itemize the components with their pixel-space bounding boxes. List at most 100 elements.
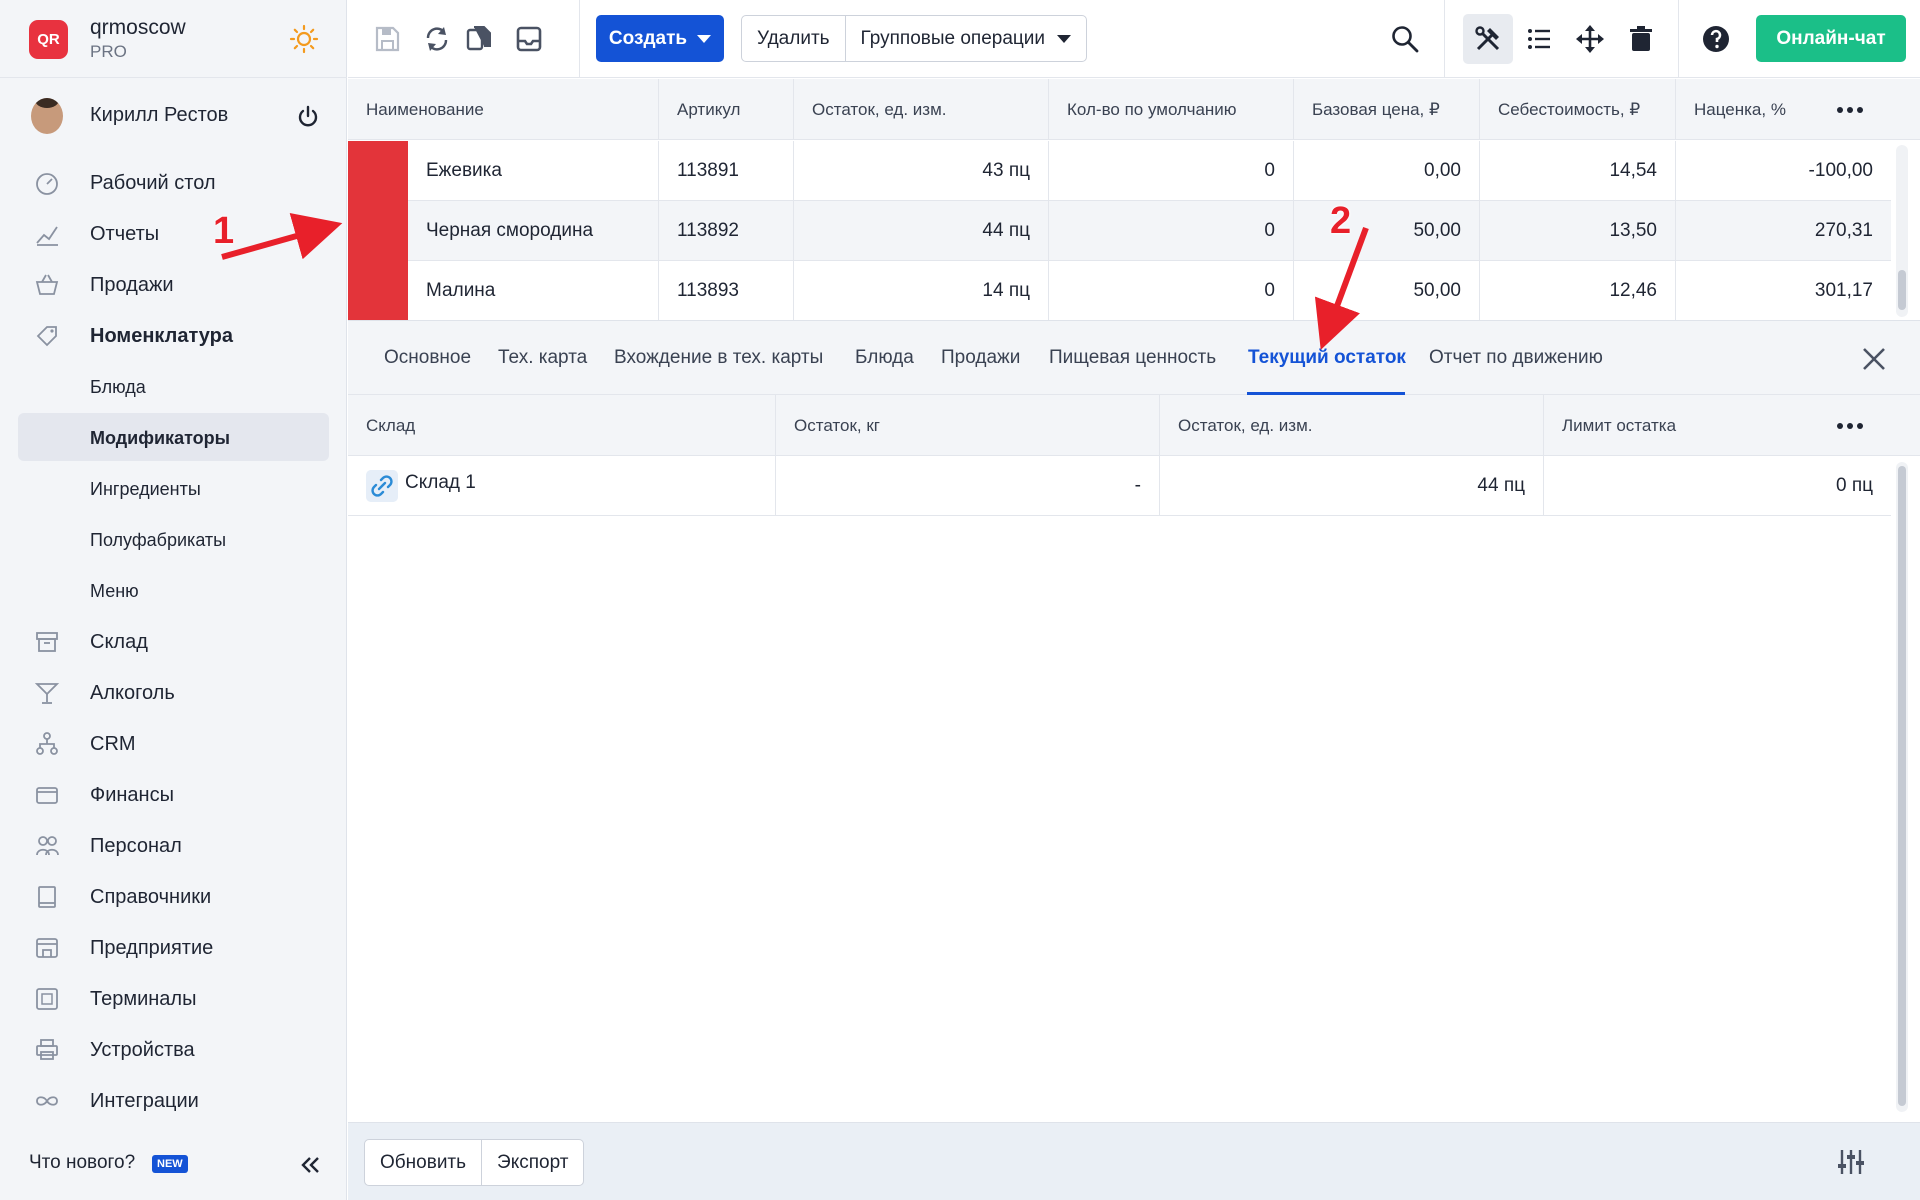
column-header-stock-units[interactable]: Остаток, ед. изм. — [1160, 395, 1544, 456]
sidebar-item-ingredients[interactable]: Ингредиенты — [18, 464, 329, 512]
link-icon[interactable] — [366, 470, 398, 502]
sidebar-item-terminals[interactable]: Терминалы — [18, 974, 329, 1022]
cell-sku: 113893 — [659, 261, 794, 320]
power-icon[interactable] — [295, 104, 321, 130]
sidebar-item-devices[interactable]: Устройства — [18, 1025, 329, 1073]
cell-stock-kg: - — [776, 456, 1160, 515]
help-icon[interactable] — [1701, 24, 1731, 54]
whats-new-link[interactable]: Что нового? — [29, 1152, 135, 1174]
sidebar-item-enterprise[interactable]: Предприятие — [18, 923, 329, 971]
sliders-icon[interactable] — [1836, 1147, 1866, 1177]
group-operations-button[interactable]: Групповые операции — [844, 16, 1086, 61]
column-header-stock-kg[interactable]: Остаток, кг — [776, 395, 1160, 456]
toolbar-divider — [1444, 0, 1445, 78]
sidebar-item-finance[interactable]: Финансы — [18, 770, 329, 818]
more-options-icon[interactable] — [1836, 422, 1864, 430]
sidebar-item-menu[interactable]: Меню — [18, 566, 329, 614]
sidebar-item-label: Предприятие — [90, 937, 214, 959]
footer-bar: Обновить Экспорт — [348, 1122, 1920, 1200]
sidebar-item-label: Отчеты — [90, 223, 160, 245]
online-chat-button[interactable]: Онлайн-чат — [1756, 15, 1906, 62]
column-header-sku[interactable]: Артикул — [659, 79, 794, 140]
list-icon[interactable] — [1524, 24, 1554, 54]
cell-stock: 43 пц — [794, 141, 1049, 200]
table-row[interactable]: Склад 1 - 44 пц 0 пц — [348, 456, 1891, 516]
hierarchy-icon — [36, 732, 58, 755]
user-block[interactable]: Кирилл Рестов — [0, 92, 347, 144]
cell-base-price: 50,00 — [1294, 201, 1480, 260]
tab-current-stock[interactable]: Текущий остаток — [1248, 347, 1406, 369]
column-header-stock[interactable]: Остаток, ед. изм. — [794, 79, 1049, 140]
sun-icon[interactable] — [289, 24, 319, 54]
chevron-down-icon — [697, 34, 712, 43]
sidebar-item-warehouse[interactable]: Склад — [18, 617, 329, 665]
brand-logo[interactable]: QR — [29, 20, 68, 59]
sidebar-item-label: Терминалы — [90, 988, 197, 1010]
create-button[interactable]: Создать — [596, 15, 724, 62]
table-row[interactable]: Малина 113893 14 пц 0 50,00 12,46 301,17 — [348, 261, 1891, 321]
cell-markup: -100,00 — [1808, 159, 1873, 181]
tab-tech-card-usage[interactable]: Вхождение в тех. карты — [614, 347, 823, 369]
table-row[interactable]: Ежевика 113891 43 пц 0 0,00 14,54 -100,0… — [348, 141, 1891, 201]
save-icon[interactable] — [372, 24, 402, 54]
sidebar-item-dishes[interactable]: Блюда — [18, 362, 329, 410]
sidebar-item-label: Продажи — [90, 274, 174, 296]
sidebar-item-dashboard[interactable]: Рабочий стол — [18, 158, 329, 206]
grid-scrollbar-thumb[interactable] — [1898, 270, 1906, 310]
trash-icon[interactable] — [1626, 24, 1656, 54]
cell-cost: 14,54 — [1480, 141, 1676, 200]
cell-cost: 13,50 — [1480, 201, 1676, 260]
sidebar-item-sales[interactable]: Продажи — [18, 260, 329, 308]
sidebar-item-modifiers[interactable]: Модификаторы — [18, 413, 329, 461]
book-icon — [38, 886, 56, 908]
sidebar-item-staff[interactable]: Персонал — [18, 821, 329, 869]
sidebar-item-nomenclature[interactable]: Номенклатура — [18, 311, 329, 359]
cell-markup: 270,31 — [1814, 219, 1873, 241]
cocktail-icon — [34, 683, 60, 704]
cell-default-qty: 0 — [1049, 201, 1294, 260]
delete-button[interactable]: Удалить — [742, 16, 845, 61]
column-header-default-qty[interactable]: Кол-во по умолчанию — [1049, 79, 1294, 140]
column-header-cost[interactable]: Себестоимость, ₽ — [1480, 79, 1676, 140]
detail-scrollbar[interactable] — [1896, 462, 1908, 1112]
grid-scrollbar[interactable] — [1896, 145, 1908, 317]
sidebar-item-integrations[interactable]: Интеграции — [18, 1076, 329, 1124]
brand-plan: PRO — [90, 42, 127, 61]
tools-icon[interactable] — [1473, 24, 1503, 54]
toolbar-divider — [579, 0, 580, 78]
column-header-warehouse[interactable]: Склад — [348, 395, 776, 456]
cell-sku: 113892 — [659, 201, 794, 260]
tab-main[interactable]: Основное — [384, 347, 471, 369]
more-options-icon[interactable] — [1836, 106, 1864, 114]
search-icon[interactable] — [1390, 24, 1420, 54]
sidebar-item-reports[interactable]: Отчеты — [18, 209, 329, 257]
sidebar-item-label: Финансы — [90, 784, 174, 806]
detail-scrollbar-thumb[interactable] — [1898, 466, 1906, 1106]
inbox-icon[interactable] — [514, 24, 544, 54]
refresh-icon[interactable] — [422, 24, 452, 54]
close-icon[interactable] — [1860, 345, 1888, 373]
sidebar-item-semi-finished[interactable]: Полуфабрикаты — [18, 515, 329, 563]
export-button[interactable]: Экспорт — [481, 1140, 583, 1185]
sidebar-item-references[interactable]: Справочники — [18, 872, 329, 920]
tab-tech-card[interactable]: Тех. карта — [498, 347, 587, 369]
copy-icon[interactable] — [464, 24, 494, 54]
qr-icon — [36, 988, 58, 1010]
column-header-name[interactable]: Наименование — [348, 79, 659, 140]
tab-dishes[interactable]: Блюда — [855, 347, 914, 369]
tab-sales[interactable]: Продажи — [941, 347, 1020, 369]
table-row-selected[interactable]: Черная смородина 113892 44 пц 0 50,00 13… — [348, 201, 1891, 261]
wallet-icon — [36, 787, 58, 804]
sidebar-item-crm[interactable]: CRM — [18, 719, 329, 767]
cell-name: Ежевика — [408, 141, 659, 200]
tab-movement-report[interactable]: Отчет по движению — [1429, 347, 1603, 369]
collapse-sidebar-icon[interactable] — [297, 1152, 323, 1178]
cell-cost: 12,46 — [1480, 261, 1676, 320]
cell-base-price: 0,00 — [1294, 141, 1480, 200]
sidebar-item-alcohol[interactable]: Алкоголь — [18, 668, 329, 716]
refresh-button[interactable]: Обновить — [365, 1140, 481, 1185]
chart-icon — [36, 226, 58, 246]
column-header-base-price[interactable]: Базовая цена, ₽ — [1294, 79, 1480, 140]
move-icon[interactable] — [1575, 24, 1605, 54]
tab-nutrition[interactable]: Пищевая ценность — [1049, 347, 1216, 369]
